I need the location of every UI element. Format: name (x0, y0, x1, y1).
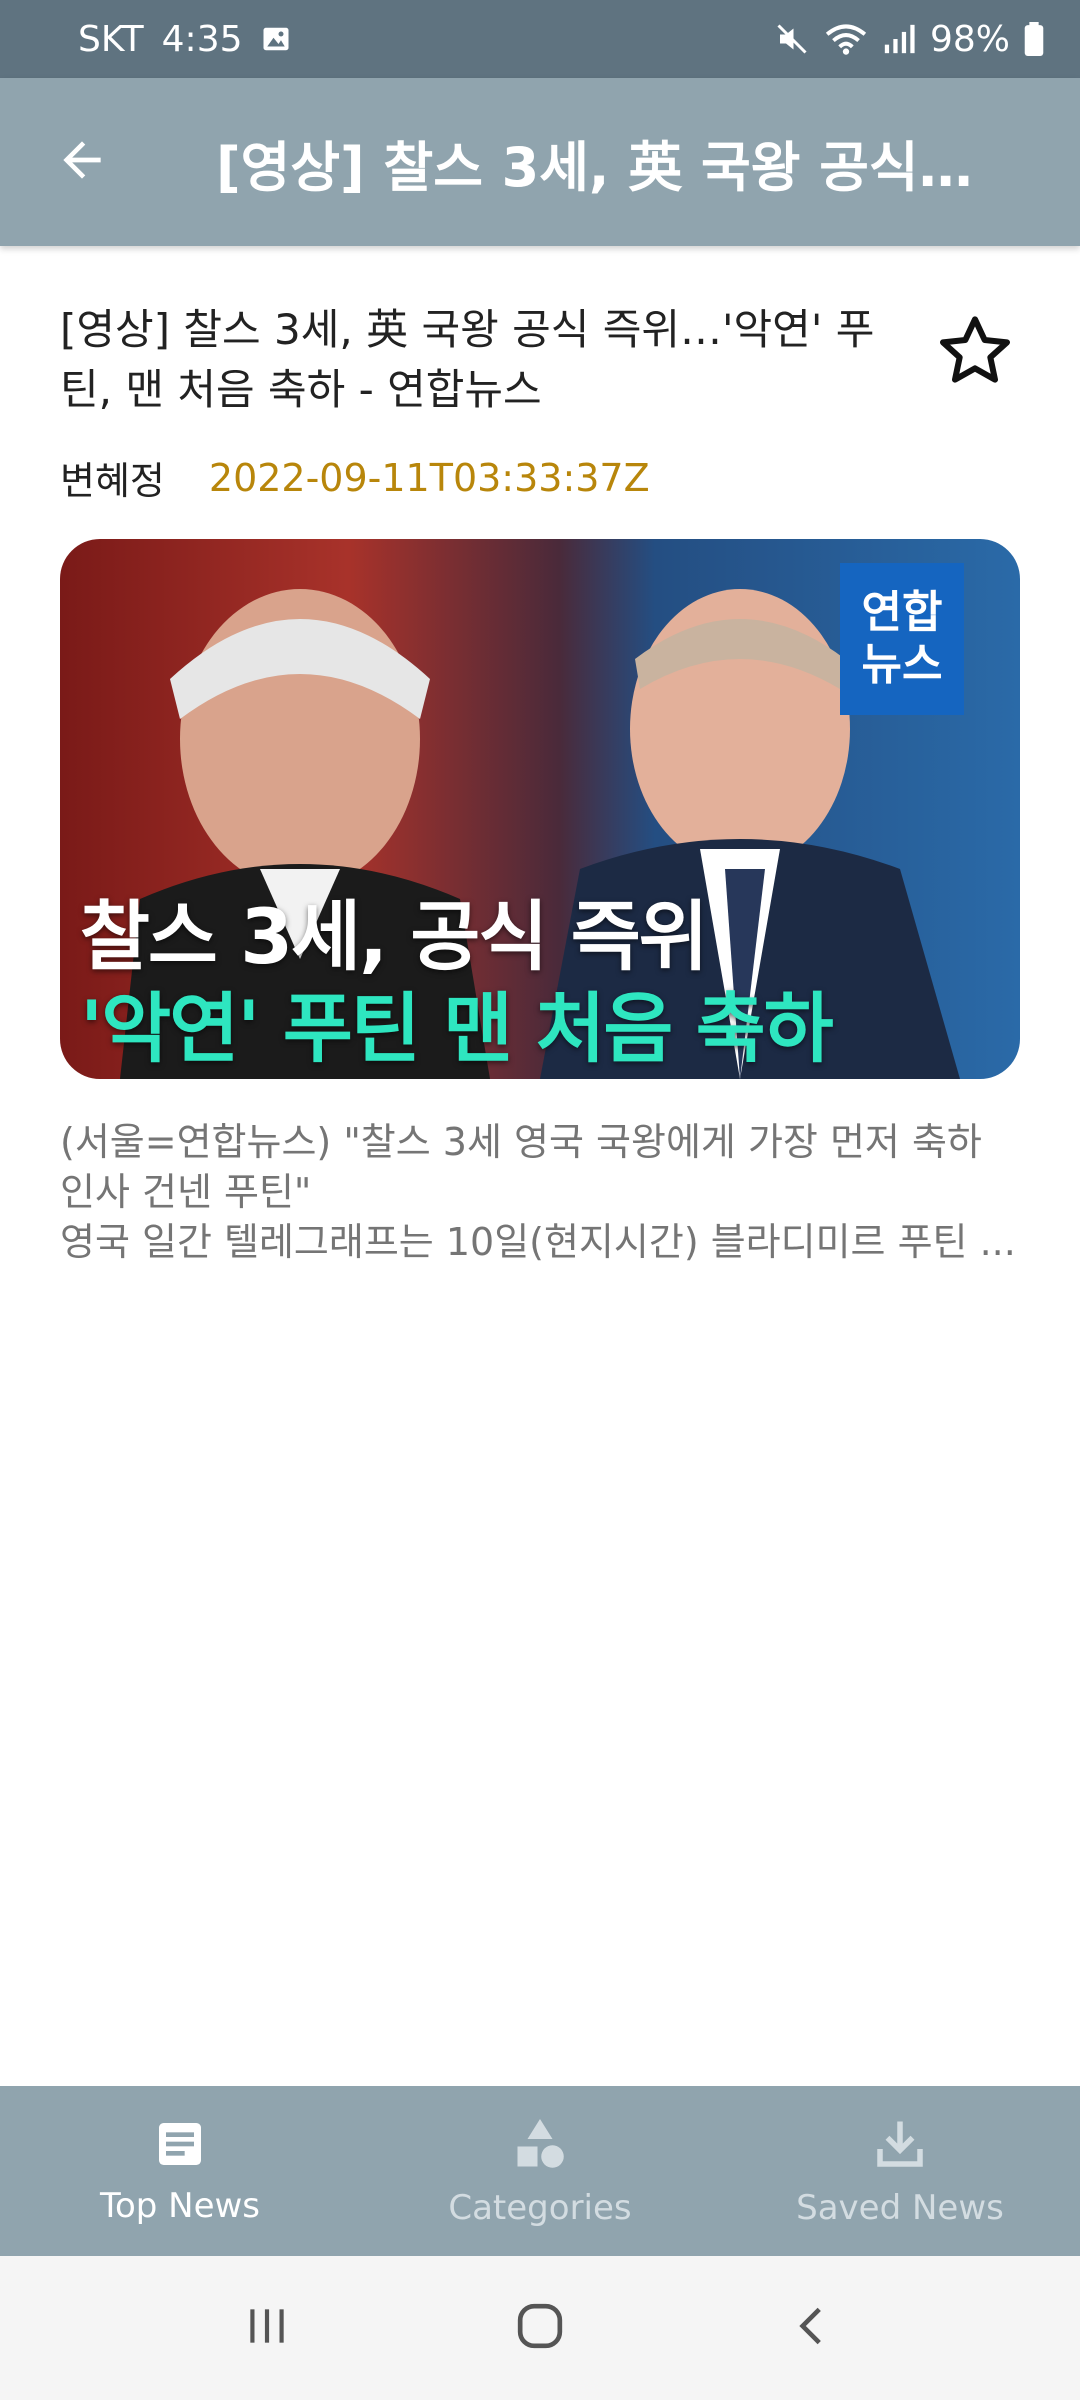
news-agency-badge: 연합 뉴스 (840, 563, 964, 715)
arrow-back-icon (54, 132, 110, 192)
article-summary: (서울=연합뉴스) "찰스 3세 영국 국왕에게 가장 먼저 축하 인사 건넨 … (60, 1117, 1020, 1267)
battery-percent: 98% (929, 18, 1010, 60)
clock: 4:35 (161, 18, 243, 60)
star-outline-icon (935, 311, 1015, 395)
summary-line-2: 영국 일간 텔레그래프는 10일(현지시간) 블라디미르 푸틴 ... (60, 1220, 1016, 1264)
system-back-button[interactable] (763, 2278, 863, 2378)
headline-row: [영상] 찰스 3세, 英 국왕 공식 즉위…'악연' 푸틴, 맨 처음 축하 … (60, 300, 1020, 420)
article-timestamp: 2022-09-11T03:33:37Z (208, 455, 650, 500)
page-title: [영상] 찰스 3세, 英 국왕 공식… (216, 135, 973, 199)
recent-apps-icon (242, 2301, 292, 2355)
status-bar: SKT 4:35 98% (0, 0, 1080, 78)
thumbnail-caption-2: '악연' 푸틴 맨 처음 축하 (80, 984, 834, 1073)
home-icon (512, 2298, 568, 2358)
category-icon (510, 2114, 570, 2178)
mute-icon (774, 21, 810, 57)
system-navigation-bar (0, 2256, 1080, 2400)
summary-line-1: (서울=연합뉴스) "찰스 3세 영국 국왕에게 가장 먼저 축하 인사 건넨 … (60, 1120, 982, 1214)
download-icon (870, 2114, 930, 2178)
nav-saved-news-label: Saved News (796, 2188, 1004, 2228)
nav-categories-label: Categories (448, 2188, 632, 2228)
battery-icon (1024, 22, 1044, 56)
back-button[interactable] (32, 112, 132, 212)
badge-line-1: 연합 (861, 587, 943, 638)
badge-line-2: 뉴스 (861, 639, 943, 690)
wifi-icon (824, 21, 868, 57)
article-headline: [영상] 찰스 3세, 英 국왕 공식 즉위…'악연' 푸틴, 맨 처음 축하 … (60, 305, 875, 414)
nav-top-news-label: Top News (99, 2186, 261, 2226)
signal-icon (882, 22, 916, 56)
nav-categories[interactable]: Categories (360, 2086, 720, 2256)
image-icon (261, 24, 291, 54)
status-left: SKT 4:35 (78, 19, 291, 60)
app-bar: [영상] 찰스 3세, 英 국왕 공식… (0, 78, 1080, 246)
bottom-navigation: Top News Categories Saved News (0, 2086, 1080, 2256)
status-right: 98% (774, 19, 1044, 60)
article-meta: 변혜정 2022-09-11T03:33:37Z (60, 450, 1020, 505)
nav-saved-news[interactable]: Saved News (720, 2086, 1080, 2256)
article-author: 변혜정 (60, 459, 165, 503)
favorite-button[interactable] (930, 308, 1020, 398)
article-card[interactable]: [영상] 찰스 3세, 英 국왕 공식 즉위…'악연' 푸틴, 맨 처음 축하 … (60, 300, 1020, 1267)
nav-top-news[interactable]: Top News (0, 2086, 360, 2256)
recent-apps-button[interactable] (217, 2278, 317, 2378)
article-icon (152, 2116, 208, 2176)
article-thumbnail[interactable]: 연합 뉴스 찰스 3세, 공식 즉위 '악연' 푸틴 맨 처음 축하 (60, 539, 1020, 1079)
chevron-left-icon (788, 2301, 838, 2355)
home-button[interactable] (490, 2278, 590, 2378)
carrier-label: SKT (78, 18, 144, 60)
